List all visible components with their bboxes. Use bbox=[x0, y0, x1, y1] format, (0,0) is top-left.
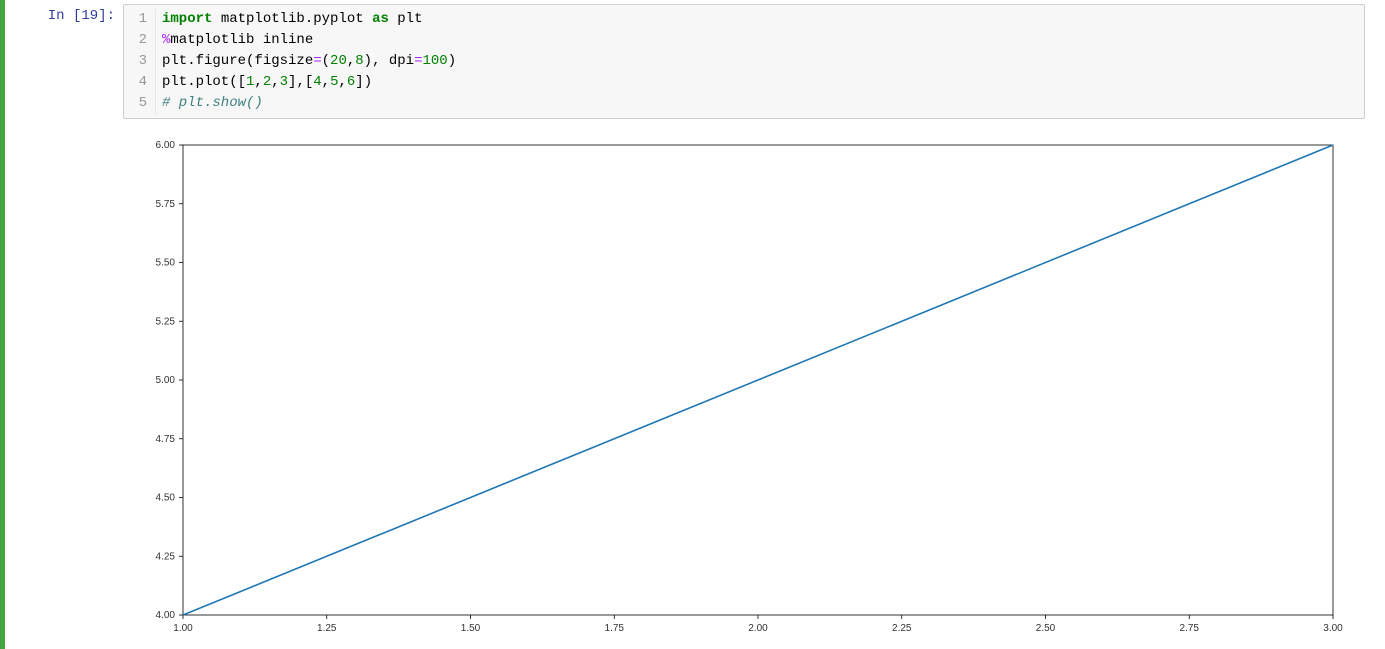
line-number: 3 bbox=[124, 51, 147, 72]
xtick-label: 1.50 bbox=[461, 623, 481, 634]
line-number-gutter: 12345 bbox=[124, 9, 156, 114]
xtick-label: 2.50 bbox=[1036, 623, 1056, 634]
prompt-count: 19 bbox=[81, 8, 98, 24]
ytick-label: 5.50 bbox=[156, 258, 176, 269]
prompt-kind: In bbox=[48, 8, 65, 24]
xtick-label: 3.00 bbox=[1323, 623, 1343, 634]
code-line[interactable]: import matplotlib.pyplot as plt bbox=[162, 9, 1364, 30]
output-area: 4.00 4.25 4.50 4.75 5.00 5.25 5.50 5.75 6.00 1.00… bbox=[123, 135, 1365, 645]
cell-body: 12345 import matplotlib.pyplot as plt%ma… bbox=[123, 4, 1385, 645]
ytick-label: 4.75 bbox=[156, 434, 176, 445]
input-prompt: In [19]: bbox=[13, 4, 123, 645]
code-lines[interactable]: import matplotlib.pyplot as plt%matplotl… bbox=[156, 9, 1364, 114]
line-number: 4 bbox=[124, 72, 147, 93]
xtick-label: 1.25 bbox=[317, 623, 337, 634]
ytick-label: 5.25 bbox=[156, 316, 176, 327]
xtick-label: 1.00 bbox=[173, 623, 193, 634]
ytick-label: 6.00 bbox=[156, 140, 176, 151]
code-line[interactable]: %matplotlib inline bbox=[162, 30, 1364, 51]
line-number: 2 bbox=[124, 30, 147, 51]
line-chart: 4.00 4.25 4.50 4.75 5.00 5.25 5.50 5.75 6.00 1.00… bbox=[123, 135, 1353, 645]
ytick-label: 5.00 bbox=[156, 375, 176, 386]
xtick-label: 2.25 bbox=[892, 623, 912, 634]
code-line[interactable]: # plt.show() bbox=[162, 93, 1364, 114]
ytick-label: 5.75 bbox=[156, 199, 176, 210]
notebook-cell: In [19]: 12345 import matplotlib.pyplot … bbox=[0, 0, 1385, 649]
xtick-label: 1.75 bbox=[605, 623, 625, 634]
line-number: 1 bbox=[124, 9, 147, 30]
ytick-label: 4.50 bbox=[156, 493, 176, 504]
xtick-label: 2.75 bbox=[1180, 623, 1200, 634]
data-line bbox=[183, 145, 1333, 615]
code-editor[interactable]: 12345 import matplotlib.pyplot as plt%ma… bbox=[123, 4, 1365, 119]
code-line[interactable]: plt.figure(figsize=(20,8), dpi=100) bbox=[162, 51, 1364, 72]
xtick-label: 2.00 bbox=[748, 623, 768, 634]
ytick-label: 4.25 bbox=[156, 551, 176, 562]
ytick-label: 4.00 bbox=[156, 610, 176, 621]
line-number: 5 bbox=[124, 93, 147, 114]
code-line[interactable]: plt.plot([1,2,3],[4,5,6]) bbox=[162, 72, 1364, 93]
